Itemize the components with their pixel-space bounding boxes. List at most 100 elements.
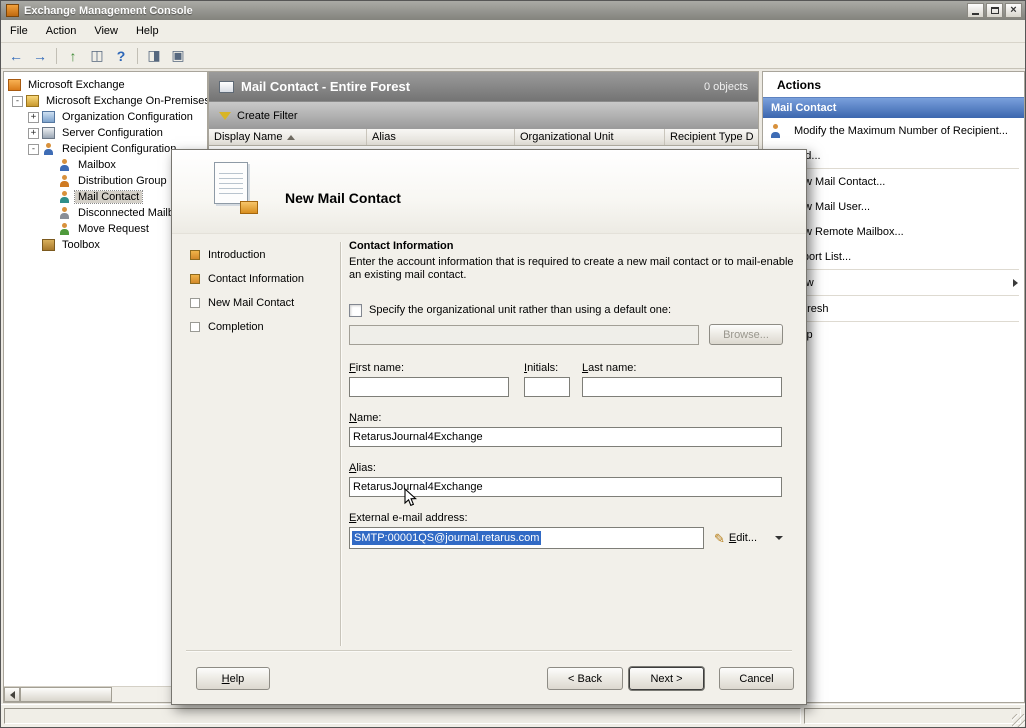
close-icon: × [1010, 5, 1016, 16]
mailbox-icon [58, 159, 71, 171]
name-field[interactable] [349, 427, 782, 447]
wizard-header: New Mail Contact [172, 150, 806, 234]
cancel-button[interactable]: Cancel [719, 667, 794, 690]
new-mail-contact-wizard: New Mail Contact Introduction Contact In… [171, 149, 807, 705]
close-button[interactable]: × [1005, 3, 1022, 18]
scrollbar-thumb[interactable] [20, 687, 112, 702]
actions-group-header[interactable]: Mail Contact [763, 97, 1024, 118]
toolbar-separator [137, 48, 138, 64]
expand-expander-icon[interactable]: + [28, 128, 39, 139]
server-icon [42, 127, 55, 139]
selected-email-text: SMTP:00001QS@journal.retarus.com [352, 531, 541, 545]
toolbox-icon [42, 239, 55, 251]
tree-item-organization-configuration[interactable]: + Organization Configuration [4, 109, 207, 125]
up-one-level-icon[interactable] [62, 46, 84, 66]
toolbar [1, 43, 1025, 69]
page-title: Contact Information [349, 240, 794, 252]
alias-label: Alias: [349, 462, 782, 474]
result-pane-banner: Mail Contact - Entire Forest 0 objects [209, 72, 758, 101]
step-completion: Completion [190, 321, 336, 334]
exchange-management-console-window: Exchange Management Console × File Actio… [0, 0, 1026, 728]
actions-pane-title: Actions [763, 72, 1024, 97]
step-contact-information: Contact Information [190, 273, 336, 286]
sort-ascending-icon [287, 135, 295, 140]
action-modify-max-recipients[interactable]: Modify the Maximum Number of Recipient..… [763, 118, 1024, 143]
column-display-name[interactable]: Display Name [209, 129, 367, 145]
help-icon[interactable] [110, 46, 132, 66]
step-pending-icon [190, 298, 200, 308]
create-filter-button[interactable]: Create Filter [237, 110, 298, 122]
menubar: File Action View Help [1, 20, 1025, 43]
initials-field[interactable] [524, 377, 570, 397]
move-request-icon [58, 223, 71, 235]
initials-label: Initials: [524, 362, 570, 374]
disconnected-mailbox-icon [58, 207, 71, 219]
collapse-expander-icon[interactable]: - [12, 96, 23, 107]
submenu-arrow-icon [1013, 279, 1018, 287]
pencil-icon: ✎ [714, 532, 725, 545]
page-description: Enter the account information that is re… [349, 256, 794, 282]
new-window-icon[interactable] [167, 46, 189, 66]
name-label: Name: [349, 412, 782, 424]
ou-checkbox-label: Specify the organizational unit rather t… [369, 304, 671, 316]
first-name-label: First name: [349, 362, 509, 374]
wizard-title: New Mail Contact [285, 190, 401, 206]
tree-item-on-premises[interactable]: - Microsoft Exchange On-Premises [4, 93, 207, 109]
last-name-field[interactable] [582, 377, 782, 397]
menu-help[interactable]: Help [127, 21, 168, 41]
back-icon[interactable] [5, 46, 27, 66]
menu-view[interactable]: View [85, 21, 127, 41]
status-cell-left [4, 708, 801, 724]
restore-icon [991, 7, 999, 14]
column-recipient-type-details[interactable]: Recipient Type D [665, 129, 758, 145]
result-pane-title: Mail Contact - Entire Forest [241, 79, 410, 94]
forward-icon[interactable] [29, 46, 51, 66]
titlebar: Exchange Management Console × [1, 1, 1025, 20]
help-button[interactable]: Help [196, 667, 270, 690]
mail-contact-icon [58, 191, 71, 203]
exchange-root-icon [8, 79, 21, 91]
show-console-tree-icon[interactable] [86, 46, 108, 66]
external-email-field[interactable]: SMTP:00001QS@journal.retarus.com [349, 527, 704, 549]
scroll-left-icon[interactable] [4, 687, 20, 702]
column-organizational-unit[interactable]: Organizational Unit [515, 129, 665, 145]
tree-item-server-configuration[interactable]: + Server Configuration [4, 125, 207, 141]
back-button[interactable]: < Back [547, 667, 623, 690]
distribution-group-icon [58, 175, 71, 187]
step-current-icon [190, 274, 200, 284]
minimize-button[interactable] [967, 3, 984, 18]
collapse-expander-icon[interactable]: - [28, 144, 39, 155]
status-cell-right [804, 708, 1021, 724]
window-title: Exchange Management Console [24, 5, 193, 17]
new-mail-contact-wizard-icon [202, 162, 258, 214]
wizard-step-list: Introduction Contact Information New Mai… [190, 249, 336, 345]
column-alias[interactable]: Alias [367, 129, 515, 145]
minimize-icon [972, 7, 979, 15]
menu-action[interactable]: Action [37, 21, 86, 41]
mouse-cursor [404, 488, 417, 508]
first-name-field[interactable] [349, 377, 509, 397]
object-count: 0 objects [704, 81, 748, 93]
menu-file[interactable]: File [1, 21, 37, 41]
ou-checkbox[interactable] [349, 304, 362, 317]
resize-grip[interactable] [1012, 714, 1025, 727]
next-button[interactable]: Next > [629, 667, 704, 690]
edit-dropdown-arrow-icon[interactable] [775, 536, 783, 540]
list-column-headers: Display Name Alias Organizational Unit R… [209, 129, 758, 146]
show-action-pane-icon[interactable] [143, 46, 165, 66]
browse-button: Browse... [709, 324, 783, 345]
tree-item-microsoft-exchange[interactable]: Microsoft Exchange [4, 77, 207, 93]
edit-email-button[interactable]: ✎ Edit... [714, 532, 757, 545]
modify-recipients-icon [769, 124, 784, 138]
exchange-org-icon [26, 95, 39, 107]
filter-bar: Create Filter [209, 101, 758, 129]
wizard-footer-separator [186, 650, 792, 652]
wizard-footer: Help < Back Next > Cancel [186, 666, 792, 690]
wizard-divider [340, 242, 341, 646]
last-name-label: Last name: [582, 362, 782, 374]
ou-input [349, 325, 699, 345]
toolbar-separator [56, 48, 57, 64]
step-pending-icon [190, 322, 200, 332]
restore-button[interactable] [986, 3, 1003, 18]
expand-expander-icon[interactable]: + [28, 112, 39, 123]
